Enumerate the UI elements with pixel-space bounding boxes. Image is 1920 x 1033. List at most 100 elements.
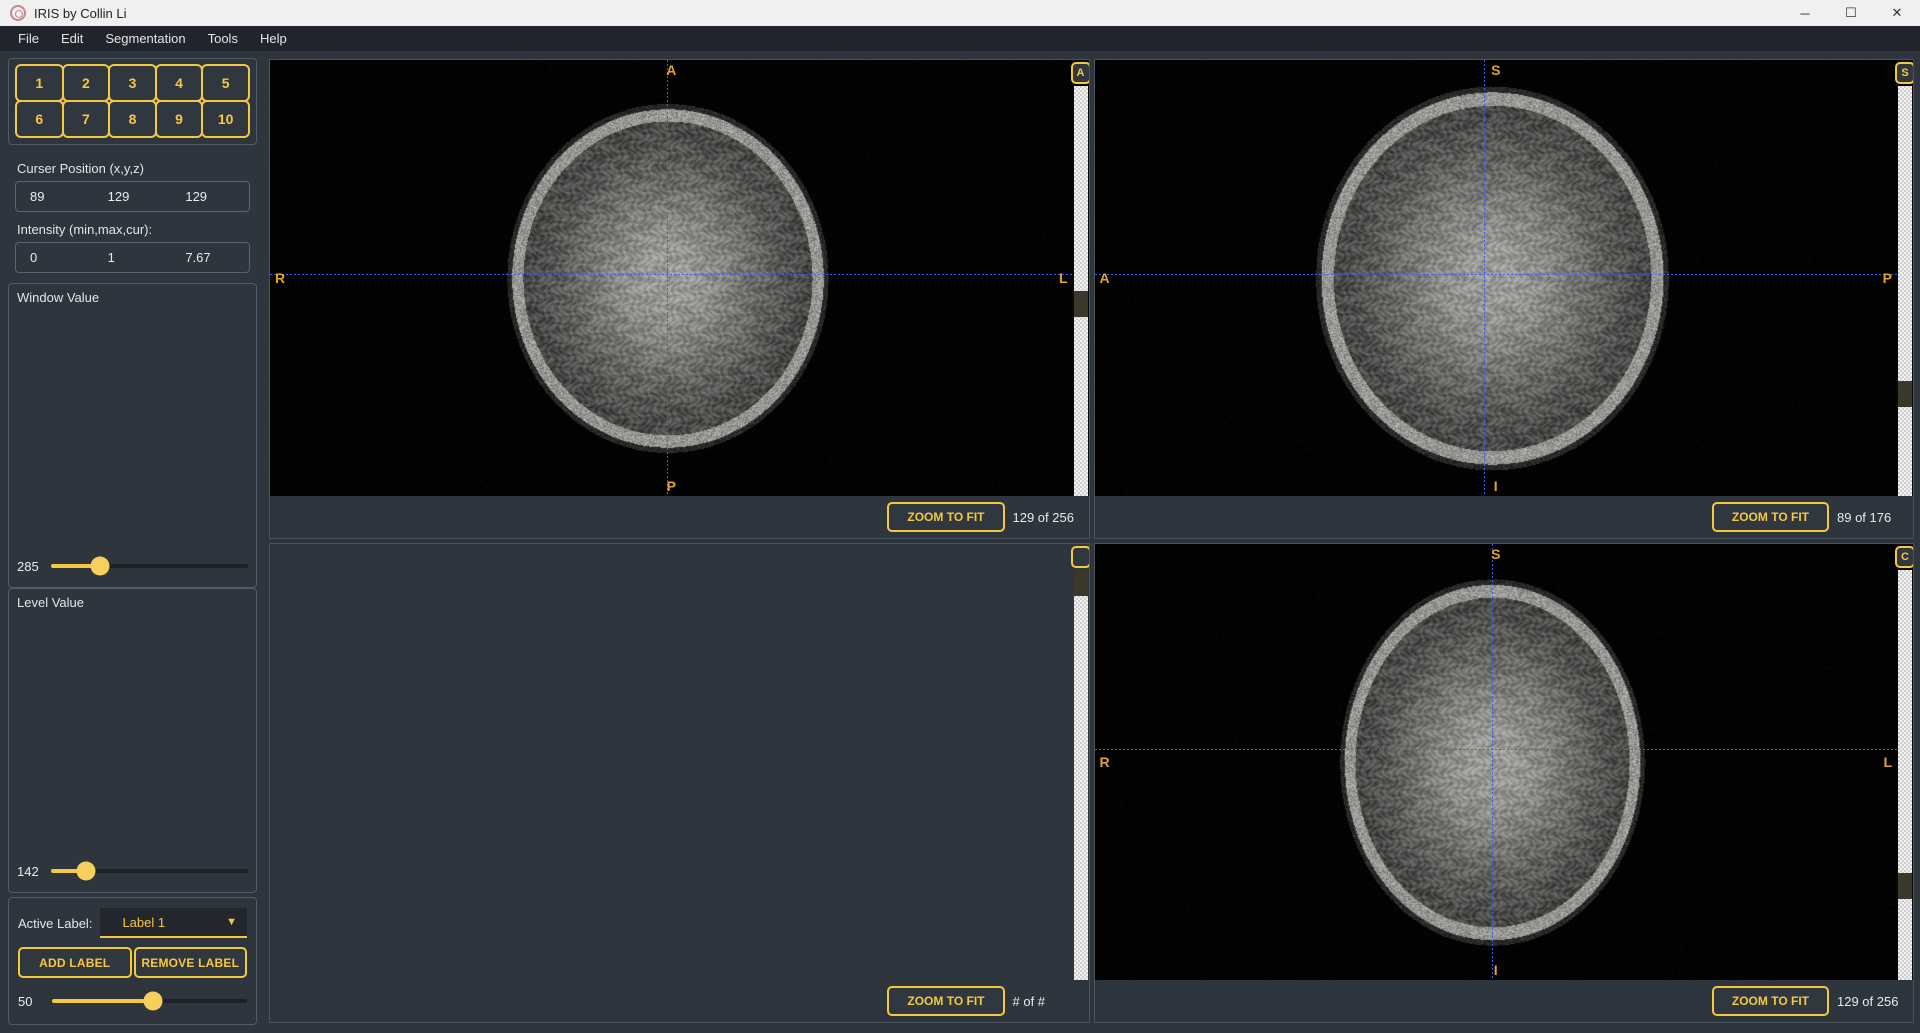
- axial-canvas-wrap: A P R L A: [270, 60, 1089, 496]
- 3d-zoom-to-fit-button[interactable]: ZOOM TO FIT: [887, 986, 1005, 1016]
- axial-orientation-toggle[interactable]: A: [1070, 62, 1089, 84]
- coronal-orientation-toggle[interactable]: C: [1895, 546, 1913, 568]
- viewport-coronal[interactable]: S I R L C ZOOM TO FIT 129 of 256: [1093, 543, 1914, 1023]
- menu-edit[interactable]: Edit: [51, 28, 93, 49]
- label-opacity-slider[interactable]: 50: [18, 988, 247, 1014]
- level-panel-spacer: [17, 610, 248, 858]
- axial-scrollbar-track[interactable]: [1073, 86, 1088, 496]
- iris-logo-icon: [10, 5, 26, 21]
- viewport-grid: A P R L A ZOOM TO FIT 129 of 256 S I A P…: [265, 51, 1920, 1033]
- axial-orient-right: L: [1058, 270, 1068, 286]
- menu-segmentation[interactable]: Segmentation: [95, 28, 195, 49]
- window-title: IRIS by Collin Li: [34, 5, 127, 21]
- remove-label-button[interactable]: REMOVE LABEL: [133, 947, 247, 978]
- label-button-2[interactable]: 2: [61, 64, 111, 102]
- add-label-button[interactable]: ADD LABEL: [18, 947, 132, 978]
- active-label-dropdown[interactable]: Label 1 ▼: [100, 908, 247, 938]
- label-button-10[interactable]: 10: [201, 100, 250, 138]
- chevron-down-icon: ▼: [226, 916, 237, 928]
- sagittal-orientation-toggle[interactable]: S: [1895, 62, 1913, 84]
- cursor-position-label: Curser Position (x,y,z): [17, 161, 144, 176]
- axial-image-canvas[interactable]: A P R L: [270, 60, 1073, 496]
- cursor-info-block: Curser Position (x,y,z) 89 129 129 Inten…: [8, 145, 257, 283]
- maximize-button[interactable]: ☐: [1828, 0, 1874, 26]
- cursor-y-value: 129: [107, 189, 130, 204]
- opacity-slider-track[interactable]: [52, 991, 247, 1011]
- 3d-image-canvas[interactable]: [270, 544, 1073, 980]
- coronal-canvas-wrap: S I R L C: [1094, 544, 1913, 980]
- menu-file[interactable]: File: [8, 28, 49, 49]
- label-button-grid: 1 2 3 4 5 6 7 8 9 10: [8, 58, 257, 145]
- label-button-row-2: 6 7 8 9 10: [15, 100, 250, 138]
- intensity-field[interactable]: 0 1 7.67: [15, 242, 250, 273]
- opacity-slider-knob[interactable]: [143, 991, 163, 1011]
- label-button-9[interactable]: 9: [154, 100, 204, 138]
- coronal-scrollbar-thumb[interactable]: [1898, 873, 1912, 900]
- 3d-orientation-toggle[interactable]: [1070, 546, 1089, 568]
- level-value-label: Level Value: [17, 595, 84, 610]
- axial-zoom-to-fit-button[interactable]: ZOOM TO FIT: [887, 502, 1005, 532]
- label-button-4[interactable]: 4: [154, 64, 204, 102]
- sagittal-footer: ZOOM TO FIT 89 of 176: [1094, 496, 1913, 538]
- 3d-scrollbar-thumb[interactable]: [1073, 570, 1088, 596]
- window-value-slider[interactable]: 285: [17, 553, 248, 579]
- viewport-cell-sagittal: S I A P S ZOOM TO FIT 89 of 176: [1092, 57, 1917, 541]
- intensity-label: Intensity (min,max,cur):: [17, 222, 153, 237]
- axial-orient-left: R: [275, 270, 286, 286]
- axial-footer: ZOOM TO FIT 129 of 256: [270, 496, 1089, 538]
- sagittal-scrollbar-track[interactable]: [1898, 86, 1912, 496]
- coronal-scrollbar[interactable]: C: [1895, 544, 1913, 980]
- axial-crosshair-vertical: [667, 60, 669, 496]
- sagittal-scrollbar-thumb[interactable]: [1898, 381, 1912, 408]
- sagittal-image-canvas[interactable]: S I A P: [1094, 60, 1897, 496]
- axial-slice-counter: 129 of 256: [1012, 509, 1074, 525]
- window-slider-knob[interactable]: [90, 556, 110, 576]
- level-value-slider[interactable]: 142: [17, 858, 248, 884]
- axial-orient-bottom: P: [666, 478, 676, 494]
- viewport-3d[interactable]: ZOOM TO FIT # of #: [269, 543, 1090, 1023]
- coronal-zoom-to-fit-button[interactable]: ZOOM TO FIT: [1711, 986, 1829, 1016]
- label-button-1[interactable]: 1: [15, 64, 64, 102]
- window-slider-track[interactable]: [51, 556, 248, 576]
- viewport-cell-3d: ZOOM TO FIT # of #: [267, 541, 1092, 1025]
- menu-tools[interactable]: Tools: [198, 28, 248, 49]
- label-button-3[interactable]: 3: [108, 64, 157, 102]
- axial-crosshair-horizontal: [270, 273, 1073, 275]
- cursor-z-value: 129: [185, 189, 208, 204]
- menu-help[interactable]: Help: [250, 28, 297, 49]
- label-button-row-1: 1 2 3 4 5: [15, 64, 250, 102]
- sagittal-canvas-wrap: S I A P S: [1094, 60, 1913, 496]
- 3d-footer: ZOOM TO FIT # of #: [270, 980, 1089, 1022]
- axial-orient-top: A: [666, 62, 677, 78]
- window-value-panel: Window Value 285: [8, 283, 257, 588]
- label-button-8[interactable]: 8: [108, 100, 157, 138]
- coronal-orient-top: S: [1491, 546, 1501, 562]
- sagittal-scrollbar[interactable]: S: [1895, 60, 1913, 496]
- level-slider-track[interactable]: [51, 861, 248, 881]
- window-value-readout: 285: [17, 558, 39, 574]
- coronal-scrollbar-track[interactable]: [1898, 570, 1912, 980]
- label-button-5[interactable]: 5: [201, 64, 250, 102]
- axial-scrollbar-thumb[interactable]: [1073, 291, 1088, 317]
- label-control-panel: Active Label: Label 1 ▼ ADD LABEL REMOVE…: [8, 897, 257, 1025]
- coronal-orient-left: R: [1099, 754, 1110, 770]
- 3d-scrollbar[interactable]: [1070, 544, 1089, 980]
- sagittal-zoom-to-fit-button[interactable]: ZOOM TO FIT: [1711, 502, 1829, 532]
- cursor-position-field[interactable]: 89 129 129: [15, 181, 250, 212]
- label-button-6[interactable]: 6: [15, 100, 64, 138]
- viewport-axial[interactable]: A P R L A ZOOM TO FIT 129 of 256: [269, 59, 1090, 539]
- level-value-readout: 142: [17, 863, 39, 879]
- coronal-slice-counter: 129 of 256: [1837, 993, 1899, 1009]
- 3d-scrollbar-track[interactable]: [1073, 570, 1088, 980]
- viewport-sagittal[interactable]: S I A P S ZOOM TO FIT 89 of 176: [1093, 59, 1914, 539]
- window-value-label: Window Value: [17, 290, 100, 305]
- level-slider-knob[interactable]: [76, 861, 96, 881]
- intensity-cur-value: 7.67: [185, 250, 211, 265]
- close-button[interactable]: ✕: [1874, 0, 1920, 26]
- label-button-7[interactable]: 7: [61, 100, 111, 138]
- axial-scrollbar[interactable]: A: [1070, 60, 1089, 496]
- coronal-image-canvas[interactable]: S I R L: [1094, 544, 1897, 980]
- label-opacity-readout: 50: [18, 993, 33, 1009]
- minimize-button[interactable]: ─: [1782, 0, 1828, 26]
- sagittal-orient-bottom: I: [1493, 478, 1498, 494]
